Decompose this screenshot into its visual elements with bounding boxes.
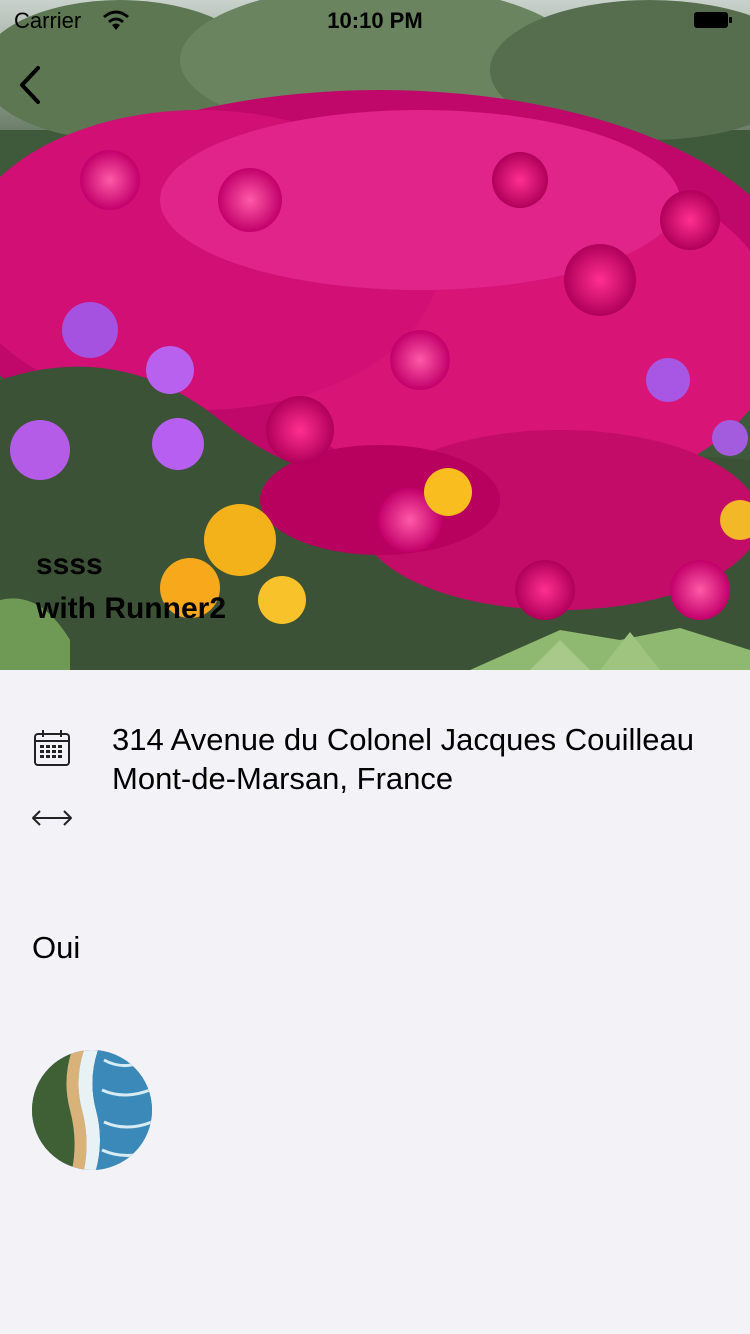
beach-photo — [32, 1050, 152, 1170]
flower-photo — [0, 0, 750, 670]
calendar-icon — [34, 730, 70, 766]
avatar[interactable] — [32, 1050, 152, 1170]
left-right-arrow-icon — [32, 810, 72, 826]
battery-icon — [694, 12, 732, 28]
answer-text: Oui — [32, 930, 81, 965]
event-address: 314 Avenue du Colonel Jacques Couilleau … — [112, 722, 694, 796]
hero-image — [0, 0, 750, 670]
back-button[interactable] — [10, 62, 54, 108]
chevron-left-icon — [20, 66, 40, 104]
status-bar: Carrier 10:10 PM — [0, 0, 750, 40]
event-subtitle: with Runner2 — [36, 592, 227, 625]
event-title: ssss — [36, 548, 103, 581]
status-time: 10:10 PM — [327, 8, 423, 33]
